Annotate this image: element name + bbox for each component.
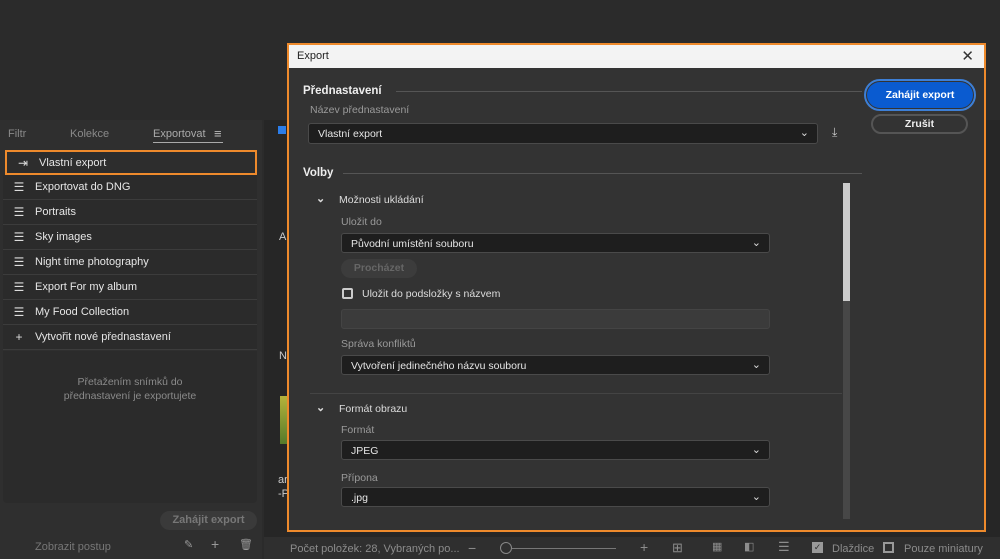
divider [310, 393, 842, 394]
status-bar: Počet položek: 28, Vybraných po... − + ⊞… [264, 537, 1000, 559]
zoom-in-icon[interactable]: + [640, 539, 648, 555]
divider [343, 173, 862, 174]
subfolder-checkbox[interactable] [342, 288, 353, 299]
chevron-down-icon[interactable]: ⌄ [316, 401, 325, 414]
add-icon[interactable]: + [211, 536, 219, 552]
save-to-value: Původní umístění souboru [351, 238, 474, 250]
format-label: Formát [341, 424, 375, 436]
tab-export[interactable]: Exportovat [153, 128, 223, 143]
preset-value: Vlastní export [318, 128, 383, 140]
list-icon: ☰ [13, 205, 25, 219]
format-section-header[interactable]: Formát obrazu [339, 403, 407, 415]
preset-label: Exportovat do DNG [35, 181, 131, 193]
preset-item[interactable]: ☰ Night time photography [3, 250, 257, 275]
tiles-view-icon[interactable]: ▦ [712, 540, 722, 553]
save-to-label: Uložit do [341, 216, 382, 228]
list-icon: ☰ [13, 180, 25, 194]
subfolder-name-input[interactable] [341, 309, 770, 329]
export-dialog: Export ✕ Přednastavení Název přednastave… [287, 43, 986, 532]
conflict-select[interactable]: Vytvoření jedinečného názvu souboru ⌄ [341, 355, 770, 375]
item-count: Počet položek: 28, Vybraných po... [290, 543, 460, 555]
list-view-icon[interactable]: ☰ [778, 539, 790, 555]
close-icon[interactable]: ✕ [961, 47, 974, 65]
divider [396, 91, 862, 92]
preset-heading: Přednastavení [303, 85, 382, 97]
chevron-down-icon: ⌄ [751, 359, 761, 371]
tab-collections[interactable]: Kolekce [70, 128, 109, 140]
trash-icon[interactable]: 🗑 [239, 538, 253, 551]
thumbs-only-checkbox[interactable] [883, 542, 894, 553]
extension-label: Přípona [341, 472, 378, 484]
plus-icon: + [15, 330, 23, 344]
photo-label: A [279, 231, 287, 243]
preset-name-label: Název přednastavení [310, 104, 410, 116]
chevron-down-icon: ⌄ [751, 444, 761, 456]
start-export-button[interactable]: Zahájit export [160, 511, 257, 530]
save-to-select[interactable]: Původní umístění souboru ⌄ [341, 233, 770, 253]
preset-label: Night time photography [35, 256, 149, 268]
zoom-slider-handle[interactable] [500, 542, 512, 554]
preset-label: Sky images [35, 231, 92, 243]
preset-label: Portraits [35, 206, 76, 218]
photo-label: N [279, 350, 287, 362]
menu-icon[interactable]: ≡ [214, 126, 222, 141]
thumbs-only-label: Pouze miniatury [904, 543, 983, 555]
edit-icon[interactable]: ✎ [184, 538, 193, 551]
dialog-titlebar: Export ✕ [289, 45, 984, 68]
tab-filter[interactable]: Filtr [8, 128, 26, 140]
preset-label: Export For my album [35, 281, 138, 293]
save-preset-icon[interactable]: ⤓ [832, 125, 837, 140]
list-icon: ☰ [13, 255, 25, 269]
drop-hint: Přetažením snímků do [77, 376, 183, 388]
format-select[interactable]: JPEG ⌄ [341, 440, 770, 460]
subfolder-label: Uložit do podsložky s názvem [362, 288, 501, 300]
list-icon: ☰ [13, 280, 25, 294]
scrollbar-thumb[interactable] [843, 183, 850, 301]
zoom-out-icon[interactable]: − [468, 540, 476, 556]
chevron-down-icon: ⌄ [751, 237, 761, 249]
preset-item[interactable]: ⇥ Vlastní export [5, 150, 257, 175]
list-icon: ☰ [13, 230, 25, 244]
conflict-value: Vytvoření jedinečného názvu souboru [351, 360, 527, 372]
preset-item[interactable]: ☰ Export For my album [3, 275, 257, 300]
detail-view-icon[interactable]: ◧ [744, 540, 754, 553]
drop-hint: přednastavení je exportujete [63, 390, 197, 402]
export-icon: ⇥ [17, 155, 29, 170]
export-panel: Filtr Kolekce Exportovat ≡ ⇥ Vlastní expo… [0, 120, 262, 559]
cancel-button[interactable]: Zrušit [871, 114, 968, 134]
selection-marker [278, 126, 286, 134]
grid-icon[interactable]: ⊞ [672, 540, 683, 556]
tiles-checkbox[interactable]: ✓ [812, 542, 823, 553]
options-heading: Volby [303, 167, 334, 179]
extension-select[interactable]: .jpg ⌄ [341, 487, 770, 507]
show-progress-link[interactable]: Zobrazit postup [35, 541, 111, 553]
save-section-header[interactable]: Možnosti ukládání [339, 194, 424, 206]
conflict-label: Správa konfliktů [341, 338, 416, 350]
preset-label: Vlastní export [39, 156, 107, 169]
preset-item[interactable]: ☰ Sky images [3, 225, 257, 250]
preset-item[interactable]: ☰ Portraits [3, 200, 257, 225]
dialog-title: Export [297, 50, 329, 62]
zoom-slider[interactable] [512, 548, 616, 549]
preset-item[interactable]: ☰ Exportovat do DNG [3, 175, 257, 200]
tiles-label: Dlaždice [832, 543, 875, 555]
preset-label: My Food Collection [35, 306, 130, 318]
format-value: JPEG [351, 445, 379, 457]
preset-select[interactable]: Vlastní export ⌄ [308, 123, 818, 144]
chevron-down-icon[interactable]: ⌄ [316, 192, 325, 205]
chevron-down-icon: ⌄ [799, 127, 809, 139]
chevron-down-icon: ⌄ [751, 491, 761, 503]
browse-button[interactable]: Procházet [341, 259, 417, 278]
list-icon: ☰ [13, 305, 25, 319]
extension-value: .jpg [351, 492, 368, 504]
preset-item[interactable]: ☰ My Food Collection [3, 300, 257, 325]
drop-area: Přetažením snímků do přednastavení je ex… [3, 351, 257, 503]
create-preset-button[interactable]: + Vytvořit nové přednastavení [3, 325, 257, 350]
start-export-button[interactable]: Zahájit export [864, 79, 976, 111]
scrollbar[interactable] [843, 183, 850, 519]
